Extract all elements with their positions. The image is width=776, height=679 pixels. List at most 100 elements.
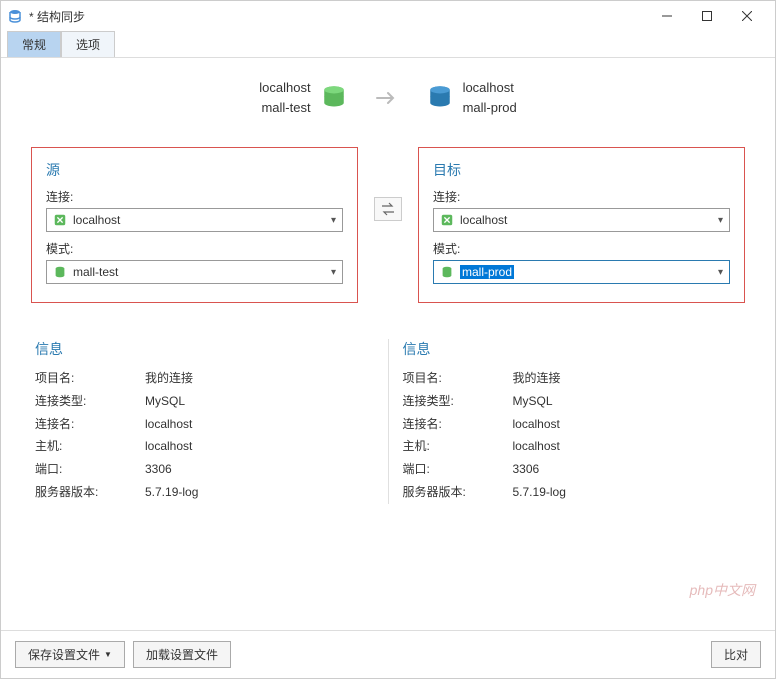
load-profile-button[interactable]: 加载设置文件 — [133, 641, 231, 668]
info-label: 项目名: — [35, 367, 145, 390]
info-label: 连接名: — [403, 413, 513, 436]
info-line: 主机:localhost — [403, 435, 742, 458]
sync-summary: localhost mall-test localhost mall-prod — [31, 78, 745, 117]
summary-target: localhost mall-prod — [427, 78, 517, 117]
target-connection-select[interactable]: localhost ▾ — [433, 208, 730, 232]
source-panel: 源 连接: localhost ▾ 模式: — [31, 147, 358, 303]
save-profile-button[interactable]: 保存设置文件 ▼ — [15, 641, 125, 668]
titlebar: * 结构同步 — [1, 1, 775, 31]
chevron-down-icon: ▾ — [718, 267, 723, 278]
info-line: 服务器版本:5.7.19-log — [403, 481, 742, 504]
database-icon — [427, 85, 453, 111]
database-icon — [321, 85, 347, 111]
info-line: 连接名:localhost — [403, 413, 742, 436]
source-schema-value: mall-test — [73, 265, 118, 279]
content-area: localhost mall-test localhost mall-prod — [1, 58, 775, 630]
summary-source-schema: mall-test — [259, 98, 310, 118]
app-icon — [7, 8, 23, 24]
info-line: 服务器版本:5.7.19-log — [35, 481, 374, 504]
source-schema-select[interactable]: mall-test ▾ — [46, 260, 343, 284]
info-label: 连接名: — [35, 413, 145, 436]
info-value: MySQL — [513, 390, 742, 413]
swap-button[interactable] — [374, 197, 402, 221]
info-line: 端口:3306 — [403, 458, 742, 481]
tab-general[interactable]: 常规 — [7, 31, 61, 57]
tab-bar: 常规 选项 — [1, 31, 775, 58]
chevron-down-icon: ▾ — [331, 267, 336, 278]
source-info-title: 信息 — [35, 339, 374, 359]
arrow-icon — [375, 90, 399, 106]
info-list: 项目名:我的连接连接类型:MySQL连接名:localhost主机:localh… — [35, 367, 374, 504]
connection-icon — [440, 213, 454, 227]
connection-icon — [53, 213, 67, 227]
tab-options[interactable]: 选项 — [61, 31, 115, 57]
panel-gap — [358, 147, 418, 221]
summary-target-schema: mall-prod — [463, 98, 517, 118]
target-info-title: 信息 — [403, 339, 742, 359]
target-connection-label: 连接: — [433, 188, 730, 205]
info-label: 连接类型: — [35, 390, 145, 413]
info-line: 连接类型:MySQL — [403, 390, 742, 413]
target-schema-value: mall-prod — [460, 265, 514, 279]
source-connection-select[interactable]: localhost ▾ — [46, 208, 343, 232]
source-schema-label: 模式: — [46, 240, 343, 257]
watermark: php中文网 — [690, 580, 755, 600]
chevron-down-icon: ▾ — [331, 215, 336, 226]
info-label: 连接类型: — [403, 390, 513, 413]
database-icon — [440, 265, 454, 279]
close-button[interactable] — [733, 6, 761, 26]
info-value: MySQL — [145, 390, 374, 413]
info-value: 3306 — [145, 458, 374, 481]
info-label: 服务器版本: — [403, 481, 513, 504]
chevron-down-icon: ▼ — [104, 650, 112, 659]
info-line: 连接名:localhost — [35, 413, 374, 436]
window-frame: * 结构同步 常规 选项 localhost mall-test — [0, 0, 776, 679]
summary-source-text: localhost mall-test — [259, 78, 310, 117]
info-label: 服务器版本: — [35, 481, 145, 504]
info-value: localhost — [145, 413, 374, 436]
source-info: 信息 项目名:我的连接连接类型:MySQL连接名:localhost主机:loc… — [31, 339, 378, 504]
summary-source-host: localhost — [259, 78, 310, 98]
info-line: 连接类型:MySQL — [35, 390, 374, 413]
footer: 保存设置文件 ▼ 加载设置文件 比对 — [1, 630, 775, 678]
info-list: 项目名:我的连接连接类型:MySQL连接名:localhost主机:localh… — [403, 367, 742, 504]
summary-target-host: localhost — [463, 78, 517, 98]
target-panel: 目标 连接: localhost ▾ 模式: — [418, 147, 745, 303]
compare-label: 比对 — [724, 646, 748, 663]
window-title: * 结构同步 — [29, 8, 653, 25]
info-label: 项目名: — [403, 367, 513, 390]
info-label: 主机: — [403, 435, 513, 458]
database-icon — [53, 265, 67, 279]
info-value: 5.7.19-log — [513, 481, 742, 504]
footer-left: 保存设置文件 ▼ 加载设置文件 — [15, 641, 231, 668]
source-connection-label: 连接: — [46, 188, 343, 205]
summary-target-text: localhost mall-prod — [463, 78, 517, 117]
info-value: 我的连接 — [145, 367, 374, 390]
info-line: 项目名:我的连接 — [35, 367, 374, 390]
load-profile-label: 加载设置文件 — [146, 646, 218, 663]
info-label: 主机: — [35, 435, 145, 458]
target-schema-select[interactable]: mall-prod ▾ — [433, 260, 730, 284]
info-value: 3306 — [513, 458, 742, 481]
minimize-button[interactable] — [653, 6, 681, 26]
window-controls — [653, 6, 769, 26]
info-label: 端口: — [403, 458, 513, 481]
info-value: 5.7.19-log — [145, 481, 374, 504]
info-line: 端口:3306 — [35, 458, 374, 481]
info-line: 项目名:我的连接 — [403, 367, 742, 390]
info-label: 端口: — [35, 458, 145, 481]
save-profile-label: 保存设置文件 — [28, 646, 100, 663]
summary-source: localhost mall-test — [259, 78, 346, 117]
target-info: 信息 项目名:我的连接连接类型:MySQL连接名:localhost主机:loc… — [399, 339, 746, 504]
info-value: localhost — [513, 413, 742, 436]
compare-button[interactable]: 比对 — [711, 641, 761, 668]
source-panel-title: 源 — [46, 160, 343, 180]
info-divider — [388, 339, 389, 504]
maximize-button[interactable] — [693, 6, 721, 26]
info-row: 信息 项目名:我的连接连接类型:MySQL连接名:localhost主机:loc… — [31, 339, 745, 504]
info-line: 主机:localhost — [35, 435, 374, 458]
info-value: localhost — [513, 435, 742, 458]
info-value: localhost — [145, 435, 374, 458]
panels-row: 源 连接: localhost ▾ 模式: — [31, 147, 745, 303]
chevron-down-icon: ▾ — [718, 215, 723, 226]
